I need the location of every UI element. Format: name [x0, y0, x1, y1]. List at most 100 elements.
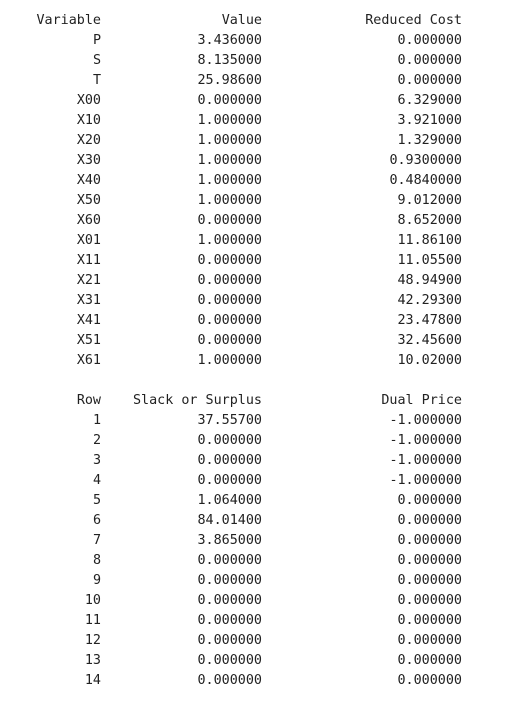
reduced-cost-value: 32.45600 — [397, 333, 463, 348]
dual-price-value: 0.000000 — [397, 533, 463, 548]
constraint-row: 12 0.000000 0.000000 — [0, 631, 510, 651]
reduced-cost-value: 11.86100 — [397, 233, 463, 248]
variable-name: X30 — [76, 153, 101, 168]
variable-name: X11 — [76, 253, 101, 268]
variable-row: S 8.135000 0.000000 — [0, 51, 510, 71]
solution-report: Variable Value Reduced Cost P 3.436000 0.0… — [0, 0, 510, 705]
variable-value: 1.000000 — [197, 173, 263, 188]
variable-name: X31 — [76, 293, 101, 308]
row-number: 10 — [84, 593, 101, 608]
constraints-rows: 1 37.55700 -1.000000 2 0.000000 -1.000000 3 0.0… — [0, 411, 510, 691]
variable-row: X61 1.000000 10.02000 — [0, 351, 510, 371]
variable-name: X10 — [76, 113, 101, 128]
row-number: 4 — [92, 473, 101, 488]
reduced-cost-value: 0.9300000 — [389, 153, 462, 168]
variable-value: 1.000000 — [197, 353, 263, 368]
dual-price-column-header: Dual Price — [381, 393, 462, 408]
reduced-cost-column-header: Reduced Cost — [365, 13, 462, 28]
reduced-cost-value: 1.329000 — [397, 133, 463, 148]
reduced-cost-value: 11.05500 — [397, 253, 463, 268]
row-number: 11 — [84, 613, 101, 628]
variable-name: X41 — [76, 313, 101, 328]
variable-value: 1.000000 — [197, 113, 263, 128]
slack-or-surplus-value: 0.000000 — [197, 653, 263, 668]
slack-or-surplus-value: 0.000000 — [197, 673, 263, 688]
slack-or-surplus-value: 0.000000 — [197, 633, 263, 648]
variable-row: X11 0.000000 11.05500 — [0, 251, 510, 271]
variables-table: Variable Value Reduced Cost P 3.436000 0.0… — [0, 11, 510, 371]
row-number: 1 — [92, 413, 101, 428]
variable-value: 25.98600 — [197, 73, 263, 88]
variables-header-row: Variable Value Reduced Cost — [0, 11, 510, 31]
slack-or-surplus-value: 0.000000 — [197, 553, 263, 568]
reduced-cost-value: 48.94900 — [397, 273, 463, 288]
row-number: 6 — [92, 513, 101, 528]
slack-or-surplus-value: 0.000000 — [197, 573, 263, 588]
variable-value: 0.000000 — [197, 333, 263, 348]
variable-name: X60 — [76, 213, 101, 228]
constraint-row: 1 37.55700 -1.000000 — [0, 411, 510, 431]
slack-or-surplus-value: 0.000000 — [197, 593, 263, 608]
row-number: 9 — [92, 573, 101, 588]
constraint-row: 5 1.064000 0.000000 — [0, 491, 510, 511]
variable-row: X10 1.000000 3.921000 — [0, 111, 510, 131]
variable-name: S — [92, 53, 101, 68]
variable-value: 0.000000 — [197, 213, 263, 228]
variable-row: X30 1.000000 0.9300000 — [0, 151, 510, 171]
reduced-cost-value: 9.012000 — [397, 193, 463, 208]
reduced-cost-value: 6.329000 — [397, 93, 463, 108]
constraint-row: 9 0.000000 0.000000 — [0, 571, 510, 591]
constraint-row: 10 0.000000 0.000000 — [0, 591, 510, 611]
constraint-row: 14 0.000000 0.000000 — [0, 671, 510, 691]
constraints-table: Row Slack or Surplus Dual Price 1 37.5570… — [0, 391, 510, 691]
variable-row: X20 1.000000 1.329000 — [0, 131, 510, 151]
variable-name: X20 — [76, 133, 101, 148]
variable-row: X51 0.000000 32.45600 — [0, 331, 510, 351]
variable-row: X00 0.000000 6.329000 — [0, 91, 510, 111]
reduced-cost-value: 8.652000 — [397, 213, 463, 228]
constraints-header-row: Row Slack or Surplus Dual Price — [0, 391, 510, 411]
variable-value: 1.000000 — [197, 233, 263, 248]
reduced-cost-value: 3.921000 — [397, 113, 463, 128]
reduced-cost-value: 10.02000 — [397, 353, 463, 368]
variable-value: 8.135000 — [197, 53, 263, 68]
variable-value: 0.000000 — [197, 253, 263, 268]
variable-value: 0.000000 — [197, 273, 263, 288]
dual-price-value: 0.000000 — [397, 493, 463, 508]
row-number: 2 — [92, 433, 101, 448]
variable-value: 0.000000 — [197, 93, 263, 108]
row-number: 12 — [84, 633, 101, 648]
variable-name: X61 — [76, 353, 101, 368]
variable-name: X00 — [76, 93, 101, 108]
dual-price-value: -1.000000 — [389, 453, 462, 468]
row-number: 13 — [84, 653, 101, 668]
variable-value: 3.436000 — [197, 33, 263, 48]
row-number: 7 — [92, 533, 101, 548]
variable-row: P 3.436000 0.000000 — [0, 31, 510, 51]
row-number: 8 — [92, 553, 101, 568]
dual-price-value: -1.000000 — [389, 413, 462, 428]
reduced-cost-value: 42.29300 — [397, 293, 463, 308]
slack-or-surplus-value: 37.55700 — [197, 413, 263, 428]
variable-name: X50 — [76, 193, 101, 208]
slack-or-surplus-value: 3.865000 — [197, 533, 263, 548]
variable-row: X60 0.000000 8.652000 — [0, 211, 510, 231]
constraint-row: 6 84.01400 0.000000 — [0, 511, 510, 531]
dual-price-value: 0.000000 — [397, 513, 463, 528]
slack-or-surplus-column-header: Slack or Surplus — [133, 393, 262, 408]
variable-name: X40 — [76, 173, 101, 188]
dual-price-value: 0.000000 — [397, 653, 463, 668]
dual-price-value: 0.000000 — [397, 673, 463, 688]
slack-or-surplus-value: 0.000000 — [197, 473, 263, 488]
variable-name: X01 — [76, 233, 101, 248]
row-number: 5 — [92, 493, 101, 508]
slack-or-surplus-value: 1.064000 — [197, 493, 263, 508]
slack-or-surplus-value: 0.000000 — [197, 453, 263, 468]
variable-row: X40 1.000000 0.4840000 — [0, 171, 510, 191]
variable-row: X01 1.000000 11.86100 — [0, 231, 510, 251]
variable-row: X21 0.000000 48.94900 — [0, 271, 510, 291]
reduced-cost-value: 23.47800 — [397, 313, 463, 328]
variable-row: X50 1.000000 9.012000 — [0, 191, 510, 211]
variable-value: 1.000000 — [197, 153, 263, 168]
dual-price-value: -1.000000 — [389, 433, 462, 448]
